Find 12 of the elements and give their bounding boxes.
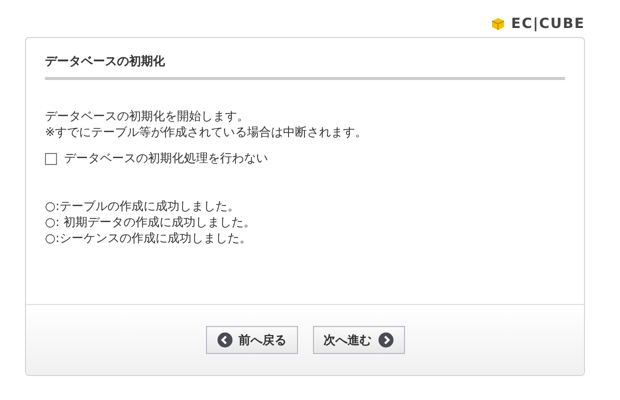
result-message: ○:テーブルの作成に成功しました。 — [45, 198, 241, 214]
section-title: データベースの初期化 — [45, 53, 565, 80]
intro-text: ※すでにテーブル等が作成されている場合は中断されます。 — [45, 124, 368, 140]
checkbox[interactable] — [45, 152, 57, 164]
result-message: ○:シーケンスの作成に成功しました。 — [45, 230, 253, 246]
intro-text: データベースの初期化を開始します。 — [45, 108, 250, 124]
next-button[interactable]: 次へ進む — [312, 326, 404, 354]
cube-icon — [490, 16, 506, 32]
result-message: ○: 初期データの作成に成功しました。 — [45, 214, 256, 230]
logo-text: EC|CUBE — [511, 16, 585, 32]
back-button[interactable]: 前へ戻る — [206, 326, 298, 354]
checkbox-label: データベースの初期化処理を行わない — [64, 150, 268, 167]
